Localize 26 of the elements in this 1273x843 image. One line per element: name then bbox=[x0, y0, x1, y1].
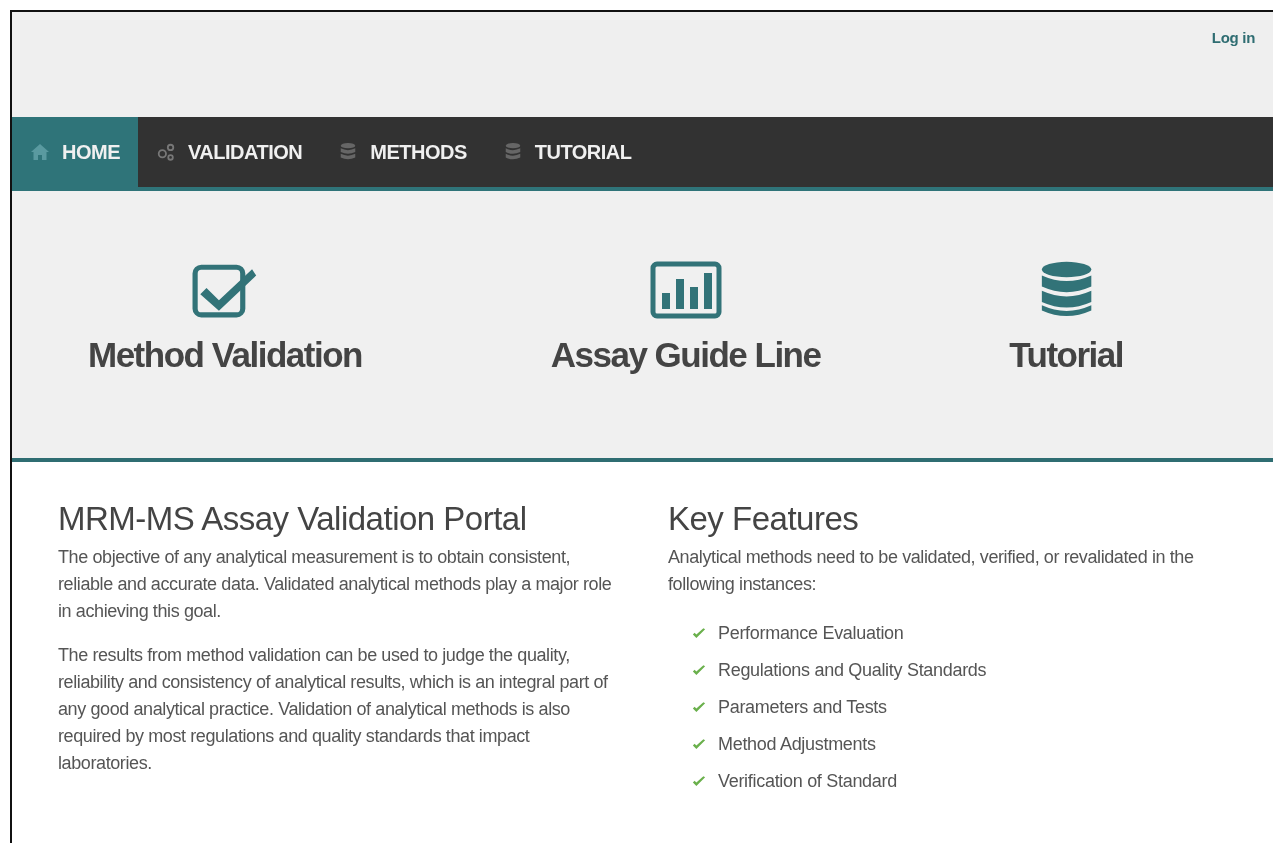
check-icon bbox=[692, 701, 706, 714]
login-link[interactable]: Log in bbox=[1211, 29, 1255, 46]
database-icon bbox=[1040, 261, 1092, 319]
paragraph: Analytical methods need to be validated, verified, or revalidated in the following instances: bbox=[668, 546, 1195, 596]
feature-link[interactable]: Assay Guide Line bbox=[550, 191, 821, 375]
nav-tab[interactable]: METHODS bbox=[320, 117, 485, 187]
section-heading: Key Features bbox=[668, 500, 860, 538]
check-icon bbox=[692, 738, 706, 751]
nav-tab[interactable]: TUTORIAL bbox=[484, 117, 650, 187]
check-icon bbox=[692, 664, 706, 677]
nav-tab[interactable]: HOME bbox=[12, 117, 138, 187]
feature-item: Parameters and Tests bbox=[718, 697, 887, 718]
feature-item: Method Adjustments bbox=[718, 734, 876, 755]
nav-tab[interactable]: VALIDATION bbox=[138, 117, 321, 187]
feature-link[interactable]: Method Validation bbox=[88, 191, 362, 375]
house-icon bbox=[30, 142, 50, 162]
feature-item: Regulations and Quality Standards bbox=[718, 660, 987, 681]
paragraph: The objective of any analytical measurement is to obtain consistent, reliable and accurate data. Validated analytical methods play a major role in achieving this goal. bbox=[58, 546, 613, 623]
bar-chart-icon bbox=[649, 261, 722, 319]
check-icon bbox=[692, 627, 706, 640]
paragraph: The results from method validation can be used to judge the quality, reliability and consistency of analytical results, which is an integral part of any good analytical practice. Validation of analytical methods is also required by most regulations and quality standards that impact laboratories. bbox=[58, 644, 609, 775]
feature-item: Performance Evaluation bbox=[718, 623, 904, 644]
feature-item: Verification of Standard bbox=[718, 771, 897, 792]
section-heading: MRM-MS Assay Validation Portal bbox=[58, 500, 528, 538]
feature-link[interactable]: Tutorial bbox=[1009, 191, 1123, 375]
check-icon bbox=[692, 775, 706, 788]
